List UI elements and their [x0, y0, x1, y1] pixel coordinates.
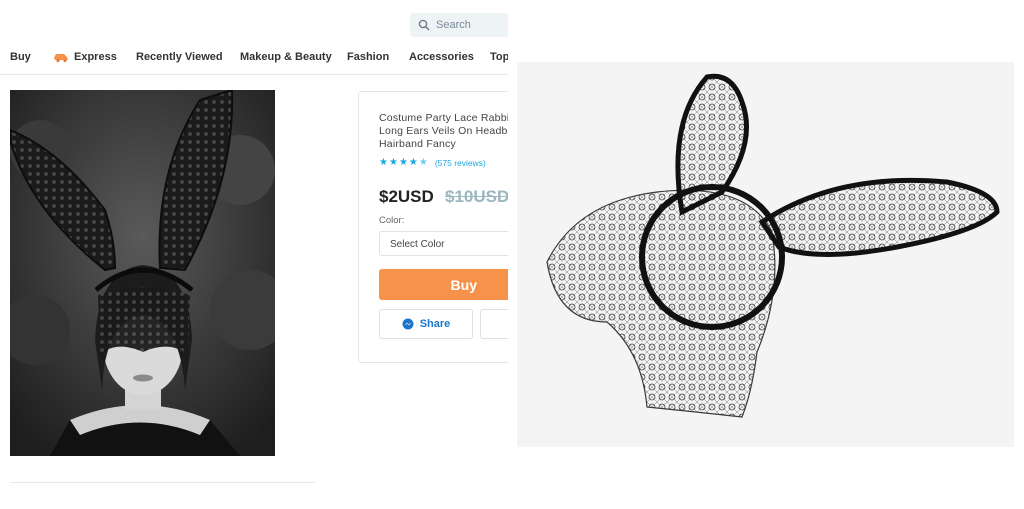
nav-item-express[interactable]: Express [74, 51, 117, 63]
secondary-action-button[interactable] [480, 309, 508, 339]
star-icon: ★ [398, 157, 408, 168]
original-price: $10USD [445, 187, 508, 206]
express-icon [54, 54, 68, 63]
star-icon: ★ [379, 157, 388, 168]
section-divider [10, 482, 315, 483]
product-info-card: Costume Party Lace Rabbi Long Ears Veils… [358, 91, 508, 363]
star-icon: ★ [388, 157, 398, 168]
reviews-link[interactable]: (575 reviews) [435, 158, 486, 168]
share-label: Share [419, 318, 451, 330]
half-star-icon: ★ [418, 157, 428, 168]
messenger-icon [402, 318, 414, 330]
nav-item-accessories[interactable]: Accessories [409, 51, 474, 63]
product-photo-model[interactable] [10, 90, 275, 456]
nav-item-fashion[interactable]: Fashion [347, 51, 389, 63]
nav-item-buy[interactable]: Buy [10, 51, 31, 63]
buy-button[interactable]: Buy [379, 269, 508, 300]
color-select[interactable]: Select Color [379, 231, 508, 256]
color-label: Color: [379, 215, 405, 226]
search-box[interactable] [410, 13, 508, 37]
product-page: Buy Express Recently Viewed Makeup & Bea… [0, 0, 508, 509]
rating: ★ ★ ★ ★ ★ (575 reviews) [379, 157, 486, 168]
nav-item-makeup-beauty[interactable]: Makeup & Beauty [240, 51, 332, 63]
nav-divider [0, 74, 508, 75]
share-button[interactable]: Share [379, 309, 473, 339]
nav-item-recently-viewed[interactable]: Recently Viewed [136, 51, 223, 63]
category-nav: Buy Express Recently Viewed Makeup & Bea… [0, 47, 508, 69]
search-icon [418, 19, 430, 31]
star-icon: ★ [408, 157, 418, 168]
price: $2USD [379, 187, 434, 206]
nav-item-top[interactable]: Top [490, 51, 508, 63]
product-title[interactable]: Costume Party Lace Rabbi Long Ears Veils… [379, 112, 508, 151]
product-photo-flat[interactable] [517, 62, 1014, 447]
search-input[interactable] [436, 19, 508, 31]
